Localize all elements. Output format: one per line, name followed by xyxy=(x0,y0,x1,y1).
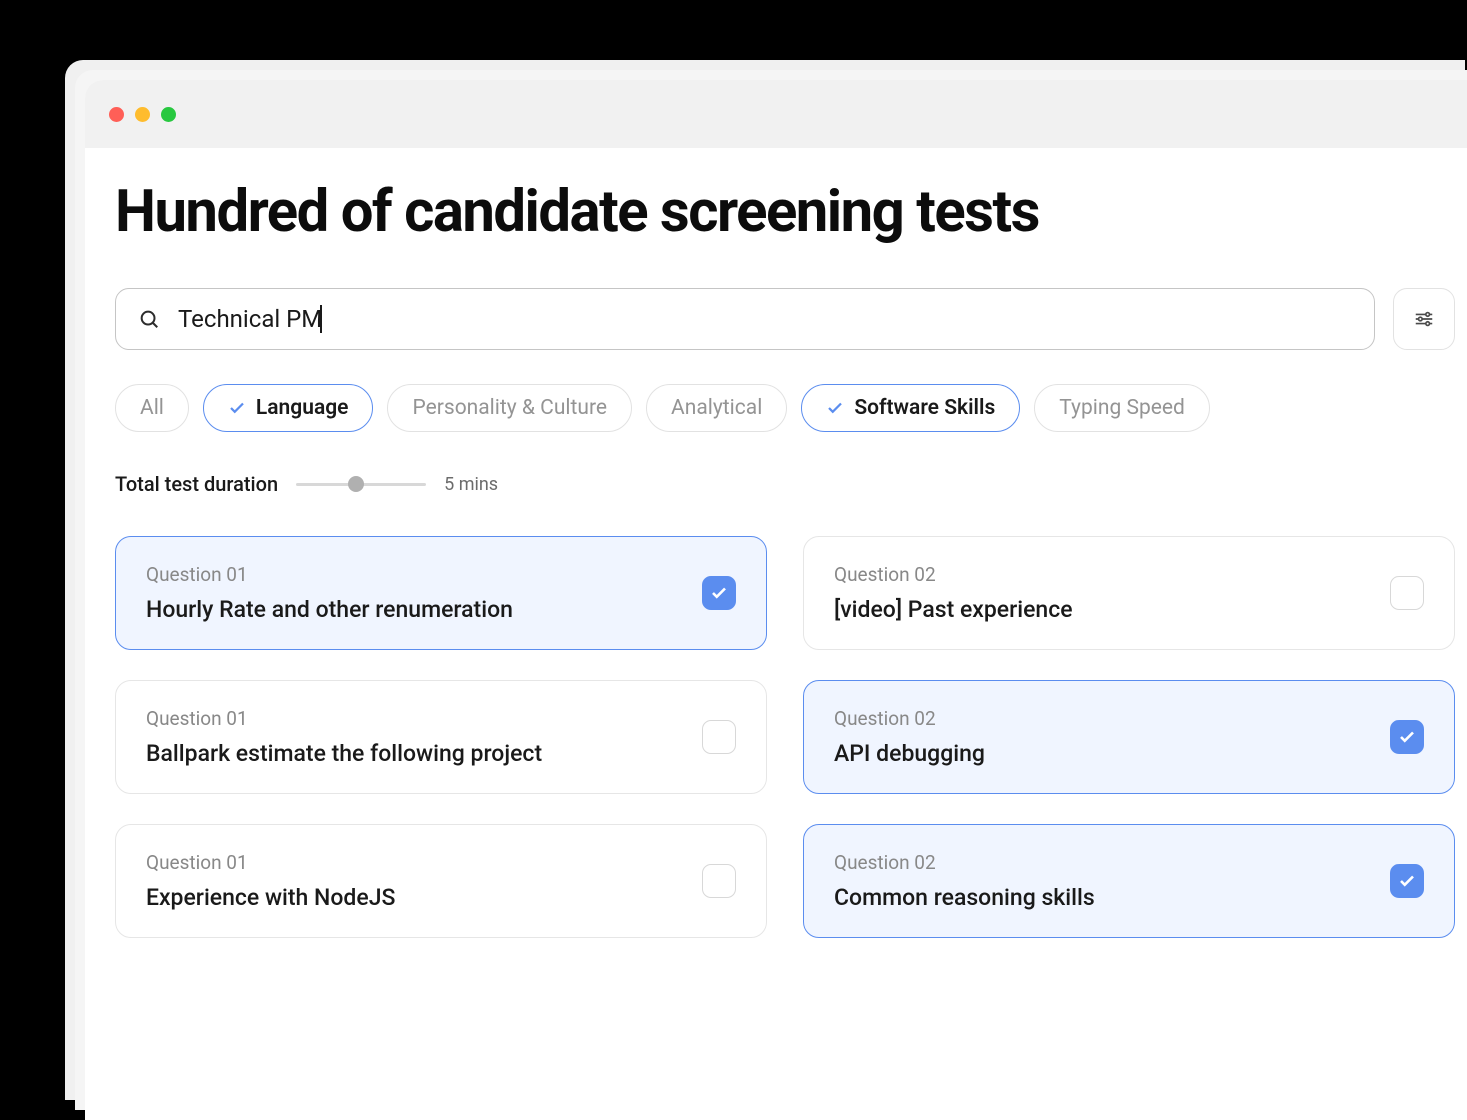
question-card[interactable]: Question 01 Ballpark estimate the follow… xyxy=(115,680,767,794)
search-icon xyxy=(138,308,160,330)
question-title: Common reasoning skills xyxy=(834,884,1390,911)
duration-label: Total test duration xyxy=(115,472,278,496)
chip-personality[interactable]: Personality & Culture xyxy=(387,384,632,432)
check-icon xyxy=(710,584,728,602)
question-title: Ballpark estimate the following project xyxy=(146,740,702,767)
chip-label: Analytical xyxy=(671,396,762,420)
search-box[interactable]: Technical PM xyxy=(115,288,1375,350)
question-checkbox[interactable] xyxy=(702,576,736,610)
chip-label: All xyxy=(140,396,164,420)
minimize-window-button[interactable] xyxy=(135,107,150,122)
close-window-button[interactable] xyxy=(109,107,124,122)
question-card[interactable]: Question 02 API debugging xyxy=(803,680,1455,794)
maximize-window-button[interactable] xyxy=(161,107,176,122)
question-checkbox[interactable] xyxy=(1390,576,1424,610)
question-number: Question 01 xyxy=(146,851,702,874)
page-title: Hundred of candidate screening tests xyxy=(115,178,1455,246)
questions-grid: Question 01 Hourly Rate and other renume… xyxy=(115,536,1455,938)
filter-button[interactable] xyxy=(1393,288,1455,350)
question-title: Experience with NodeJS xyxy=(146,884,702,911)
chip-label: Language xyxy=(256,396,349,420)
question-title: Hourly Rate and other renumeration xyxy=(146,596,702,623)
text-cursor xyxy=(320,305,322,333)
question-card[interactable]: Question 02 [video] Past experience xyxy=(803,536,1455,650)
duration-slider[interactable] xyxy=(296,480,426,488)
question-card[interactable]: Question 01 Experience with NodeJS xyxy=(115,824,767,938)
duration-control: Total test duration 5 mins xyxy=(115,472,1455,496)
chip-software-skills[interactable]: Software Skills xyxy=(801,384,1020,432)
traffic-lights xyxy=(109,107,176,122)
question-title: [video] Past experience xyxy=(834,596,1390,623)
duration-value: 5 mins xyxy=(444,474,498,495)
sliders-icon xyxy=(1413,308,1435,330)
app-window: Hundred of candidate screening tests Tec… xyxy=(85,80,1467,1120)
question-checkbox[interactable] xyxy=(702,720,736,754)
question-number: Question 01 xyxy=(146,707,702,730)
search-input[interactable]: Technical PM xyxy=(178,305,322,333)
chip-label: Software Skills xyxy=(854,396,995,420)
question-title: API debugging xyxy=(834,740,1390,767)
title-bar xyxy=(85,80,1467,148)
chip-all[interactable]: All xyxy=(115,384,189,432)
chip-label: Typing Speed xyxy=(1059,396,1185,420)
question-number: Question 02 xyxy=(834,851,1390,874)
question-checkbox[interactable] xyxy=(1390,720,1424,754)
question-number: Question 01 xyxy=(146,563,702,586)
question-checkbox[interactable] xyxy=(702,864,736,898)
question-number: Question 02 xyxy=(834,563,1390,586)
question-card[interactable]: Question 01 Hourly Rate and other renume… xyxy=(115,536,767,650)
filter-chips: All Language Personality & Culture Analy… xyxy=(115,384,1455,432)
check-icon xyxy=(228,399,246,417)
question-checkbox[interactable] xyxy=(1390,864,1424,898)
chip-label: Personality & Culture xyxy=(412,396,607,420)
slider-thumb[interactable] xyxy=(348,476,364,492)
question-card[interactable]: Question 02 Common reasoning skills xyxy=(803,824,1455,938)
chip-language[interactable]: Language xyxy=(203,384,374,432)
question-number: Question 02 xyxy=(834,707,1390,730)
check-icon xyxy=(826,399,844,417)
check-icon xyxy=(1398,872,1416,890)
chip-typing-speed[interactable]: Typing Speed xyxy=(1034,384,1210,432)
chip-analytical[interactable]: Analytical xyxy=(646,384,787,432)
check-icon xyxy=(1398,728,1416,746)
